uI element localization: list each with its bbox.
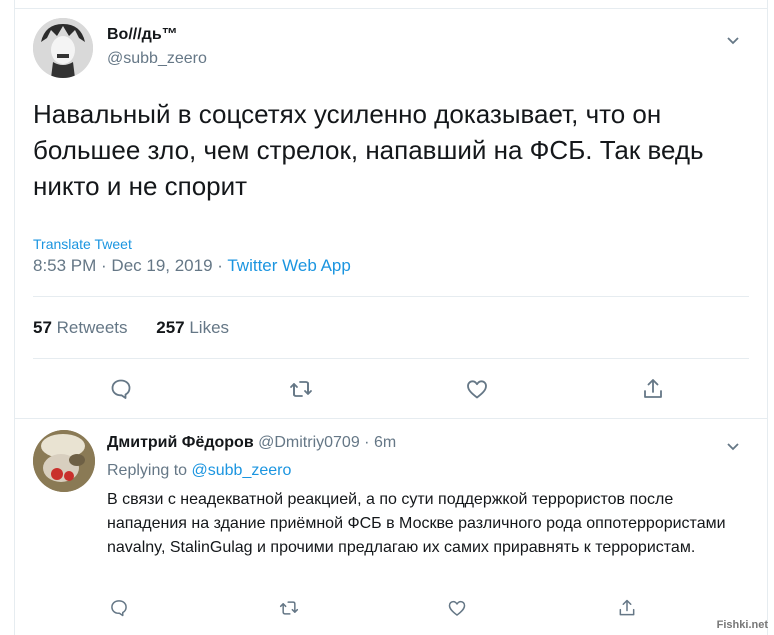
share-button[interactable] [639,375,667,403]
like-button[interactable] [463,375,491,403]
heart-icon [467,380,487,399]
top-border [15,0,767,9]
thread-divider [15,418,767,419]
reply-reply-button[interactable] [105,594,133,622]
chevron-down-icon[interactable] [725,438,741,454]
divider [33,296,749,297]
author-avatar[interactable] [33,18,93,78]
author-handle[interactable]: @subb_zeero [107,50,207,68]
reply-share-button[interactable] [613,594,641,622]
tweet-timestamp[interactable]: 8:53 PM · Dec 19, 2019 · [33,256,227,275]
replying-to-link[interactable]: @subb_zeero [192,462,292,479]
replying-to: Replying to @subb_zeero [107,462,291,480]
retweet-icon [279,601,299,615]
retweets-count: 57 [33,318,52,337]
retweets-label: Retweets [51,318,128,337]
reply-like-button[interactable] [443,594,471,622]
likes-count: 257 [156,318,185,337]
heart-icon [448,600,466,616]
reply-author-avatar[interactable] [33,430,95,492]
retweet-button[interactable] [287,375,315,403]
author-name[interactable]: Во///дь™ [107,26,178,44]
tweet-meta: 8:53 PM · Dec 19, 2019 · Twitter Web App [33,256,351,276]
chevron-down-icon[interactable] [725,32,741,48]
divider [33,358,749,359]
retweets-stat[interactable]: 57 Retweets [33,318,128,337]
watermark: Fishki.net [716,619,768,631]
reply-button[interactable] [107,375,135,403]
likes-label: Likes [184,318,230,337]
comment-icon [111,379,131,399]
translate-tweet-link[interactable]: Translate Tweet [33,236,132,252]
reply-author-name[interactable]: Дмитрий Фёдоров [107,434,254,451]
reply-retweet-button[interactable] [275,594,303,622]
reply-header: Дмитрий Фёдоров @Dmitriy0709 · 6m [107,434,396,452]
share-icon [619,599,635,616]
source-app-link[interactable]: Twitter Web App [227,256,350,275]
comment-icon [111,600,127,617]
tweet-text: Навальный в соцсетях усиленно доказывает… [33,99,704,201]
replying-prefix: Replying to [107,462,192,479]
likes-stat[interactable]: 257 Likes [156,318,229,337]
retweet-icon [290,381,312,397]
reply-author-handle[interactable]: @Dmitriy0709 · 6m [254,434,396,451]
tweet-stats: 57 Retweets 257 Likes [33,318,253,338]
reply-text: В связи с неадекватной реакцией, а по су… [107,491,726,556]
share-icon [644,379,662,398]
tweet-detail-panel: Во///дь™ @subb_zeero Навальный в соцсетя… [14,0,768,635]
